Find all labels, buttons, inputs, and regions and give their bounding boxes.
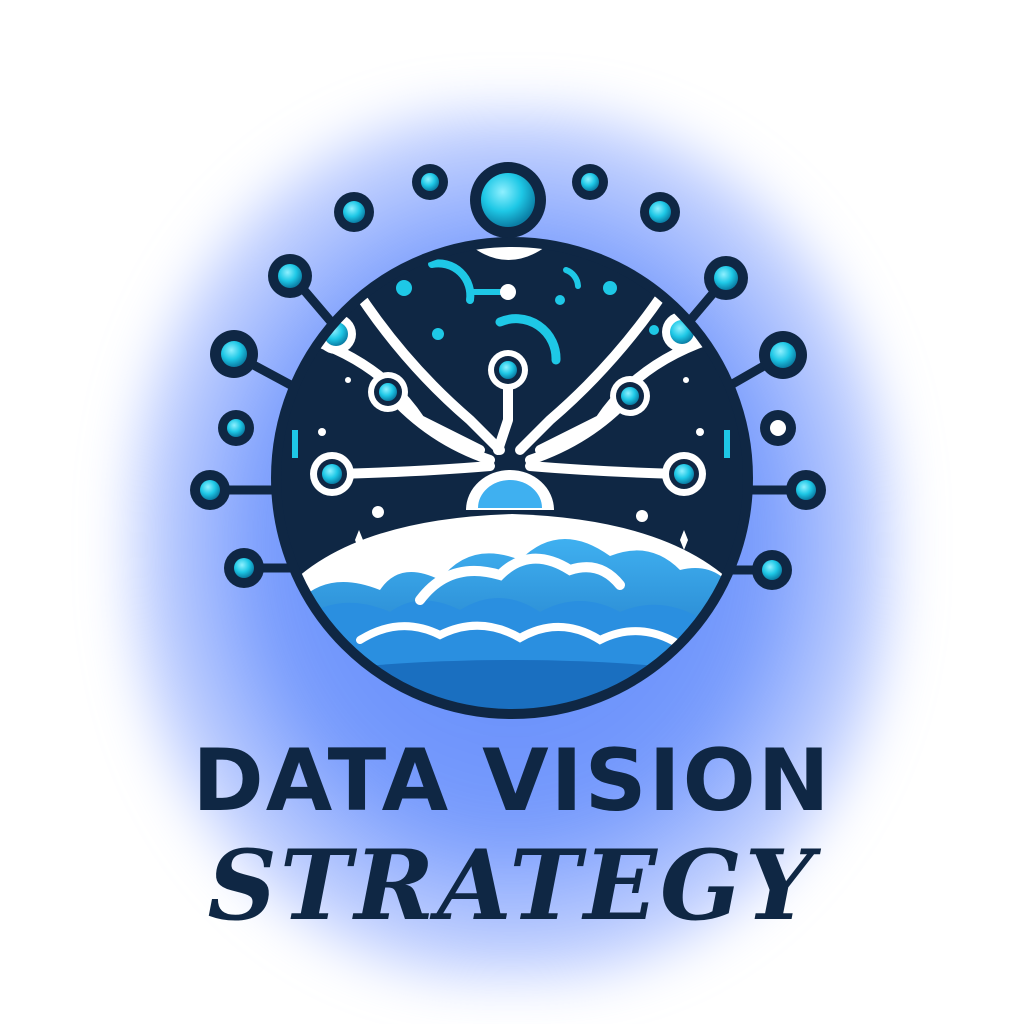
globe-interior bbox=[280, 246, 744, 710]
data-network-globe-icon bbox=[190, 162, 826, 719]
logo-title-line2: STRATEGY bbox=[207, 829, 817, 942]
logo-title-line1: DATA VISION bbox=[192, 731, 832, 831]
logo-canvas: DATA VISION STRATEGY bbox=[0, 0, 1024, 1024]
